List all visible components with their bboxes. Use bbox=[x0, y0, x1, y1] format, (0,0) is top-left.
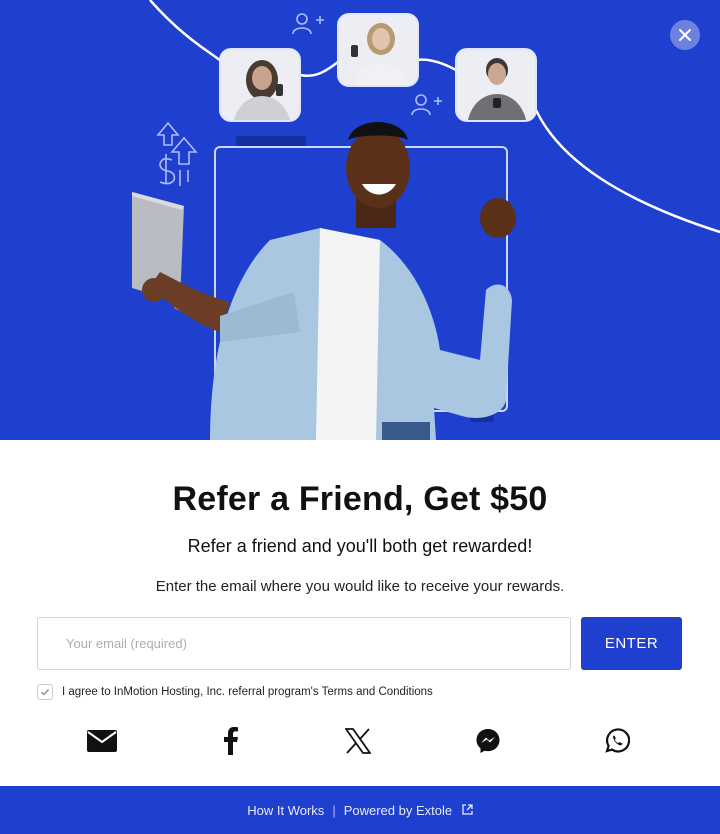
instruction-text: Enter the email where you would like to … bbox=[155, 578, 565, 595]
close-icon bbox=[679, 29, 691, 41]
whatsapp-icon bbox=[605, 728, 630, 753]
woman-on-phone-avatar bbox=[337, 13, 419, 87]
whatsapp-share-button[interactable] bbox=[600, 726, 634, 756]
terms-label: I agree to InMotion Hosting, Inc. referr… bbox=[62, 686, 433, 698]
messenger-share-button[interactable] bbox=[471, 726, 505, 756]
hero-person-image bbox=[132, 122, 516, 440]
close-button[interactable] bbox=[670, 20, 700, 50]
powered-by-extole-link[interactable]: Powered by Extole bbox=[344, 803, 473, 818]
referral-form: Refer a Friend, Get $50 Refer a friend a… bbox=[0, 440, 720, 786]
facebook-icon bbox=[224, 727, 238, 755]
terms-checkbox[interactable] bbox=[37, 684, 53, 700]
terms-agreement-row: I agree to InMotion Hosting, Inc. referr… bbox=[37, 684, 433, 700]
messenger-icon bbox=[476, 729, 500, 753]
external-link-icon bbox=[462, 803, 473, 815]
page-title: Refer a Friend, Get $50 bbox=[172, 480, 548, 518]
checkmark-icon bbox=[41, 689, 50, 696]
powered-by-label: Powered by Extole bbox=[343, 802, 453, 818]
hero-banner bbox=[0, 0, 720, 440]
footer-bar: How It Works | Powered by Extole bbox=[0, 786, 720, 834]
facebook-share-button[interactable] bbox=[214, 726, 248, 756]
email-input[interactable] bbox=[37, 617, 571, 670]
subtitle: Refer a friend and you'll both get rewar… bbox=[187, 536, 533, 556]
email-icon bbox=[87, 730, 117, 752]
enter-button[interactable]: ENTER bbox=[581, 617, 682, 670]
x-icon bbox=[345, 728, 371, 754]
email-share-button[interactable] bbox=[85, 726, 119, 756]
footer-separator: | bbox=[332, 802, 336, 818]
how-it-works-link[interactable]: How It Works bbox=[247, 803, 324, 818]
x-share-button[interactable] bbox=[341, 726, 375, 756]
add-user-icon bbox=[292, 13, 324, 35]
